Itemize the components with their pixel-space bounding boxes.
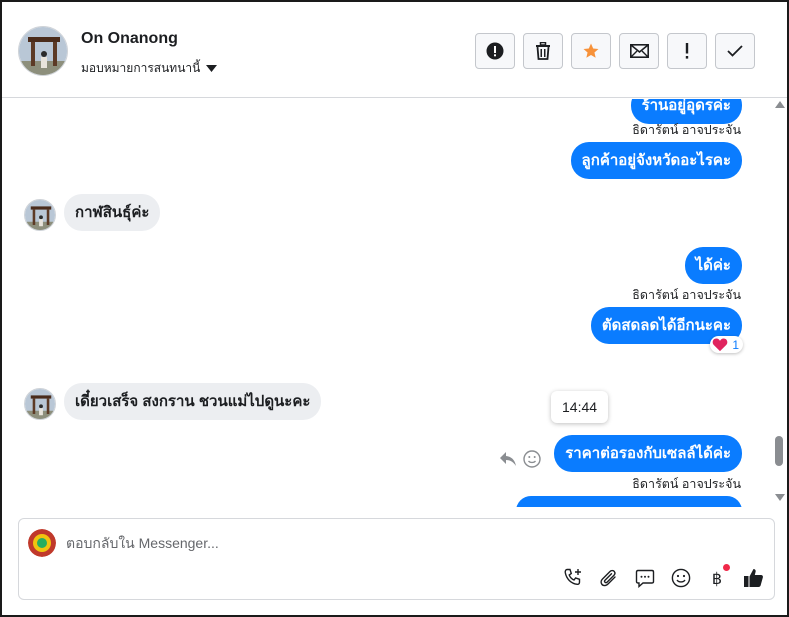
attach-button[interactable] — [598, 567, 620, 589]
message-outgoing-partial[interactable] — [516, 496, 742, 507]
call-button[interactable] — [562, 567, 584, 589]
mark-important-button[interactable] — [667, 33, 707, 69]
message-outgoing[interactable]: ได้ค่ะ — [684, 247, 742, 284]
mark-done-button[interactable] — [715, 33, 755, 69]
reaction-count: 1 — [732, 337, 739, 352]
scroll-down-arrow-icon[interactable] — [775, 494, 785, 501]
saved-replies-button[interactable] — [634, 567, 656, 589]
like-button[interactable] — [742, 567, 764, 589]
payment-button[interactable]: ฿ — [706, 564, 730, 589]
sender-label: ธิดารัตน์ อาจประจัน — [632, 288, 741, 302]
assign-conversation-label: มอบหมายการสนทนานี้ — [81, 61, 201, 75]
star-icon — [583, 43, 599, 58]
attachment-icon — [600, 569, 616, 587]
important-icon — [685, 43, 689, 59]
message-list[interactable]: ร้านอยู่อุดรค่ะ ธิดารัตน์ อาจประจัน ลูกค… — [2, 99, 773, 507]
message-outgoing[interactable]: ราคาต่อรองกับเซลล์ได้ค่ะ — [554, 435, 742, 472]
delete-button[interactable] — [523, 33, 563, 69]
mark-unread-button[interactable] — [619, 33, 659, 69]
scroll-thumb[interactable] — [775, 436, 783, 466]
star-button[interactable] — [571, 33, 611, 69]
like-icon — [743, 569, 763, 587]
baht-icon: ฿ — [711, 568, 723, 588]
page-avatar — [28, 529, 56, 557]
contact-name[interactable]: On Onanong — [81, 30, 178, 48]
reply-input[interactable] — [66, 532, 546, 554]
contact-avatar[interactable] — [18, 26, 68, 76]
assign-conversation-dropdown[interactable]: มอบหมายการสนทนานี้ — [81, 59, 218, 78]
message-reaction[interactable]: 1 — [710, 336, 743, 353]
sender-label: ธิดารัตน์ อาจประจัน — [632, 477, 741, 491]
caret-down-icon — [206, 65, 218, 72]
message-incoming[interactable]: เดี๋ยวเสร็จ สงกราน ชวนแม่ไปดูนะคะ — [64, 383, 322, 420]
reply-icon[interactable] — [499, 451, 517, 467]
call-add-icon — [564, 568, 581, 586]
report-icon — [486, 42, 504, 60]
conversation-toolbar — [475, 33, 755, 69]
heart-icon — [712, 338, 728, 352]
chat-scrollbar[interactable] — [773, 99, 787, 507]
message-incoming[interactable]: กาฬสินธุ์ค่ะ — [64, 194, 161, 231]
emoji-icon — [671, 568, 691, 588]
report-button[interactable] — [475, 33, 515, 69]
notification-dot — [723, 564, 730, 571]
message-outgoing[interactable]: ลูกค้าอยู่จังหวัดอะไรคะ — [570, 142, 742, 179]
conversation-header: On Onanong มอบหมายการสนทนานี้ — [2, 2, 787, 98]
scroll-up-arrow-icon[interactable] — [775, 101, 785, 108]
emoji-button[interactable] — [670, 567, 692, 589]
composer-toolbar: ฿ — [562, 564, 764, 589]
react-emoji-icon[interactable] — [523, 450, 541, 468]
mail-icon — [629, 44, 649, 58]
sender-label: ธิดารัตน์ อาจประจัน — [632, 123, 741, 137]
trash-icon — [536, 42, 550, 60]
saved-reply-icon — [635, 569, 655, 588]
contact-avatar-small[interactable] — [24, 388, 56, 420]
check-icon — [727, 45, 743, 57]
reply-composer: ฿ — [18, 518, 775, 600]
timestamp-tooltip: 14:44 — [551, 391, 609, 423]
contact-avatar-small[interactable] — [24, 199, 56, 231]
